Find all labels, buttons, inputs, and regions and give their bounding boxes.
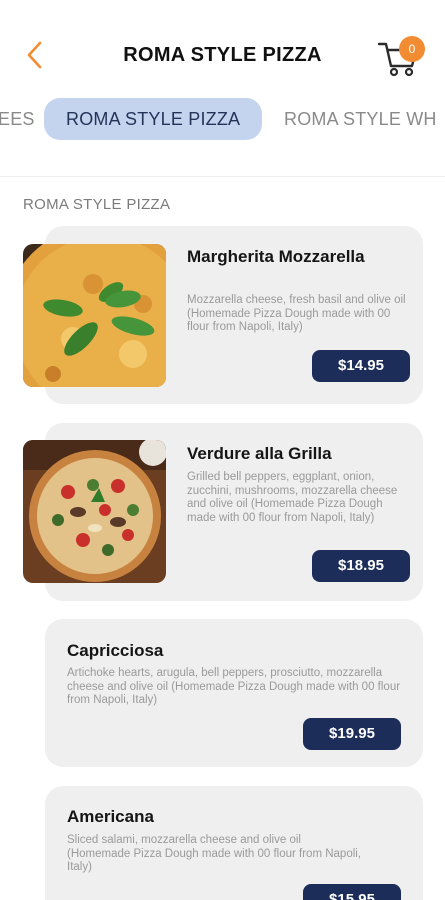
- divider: [0, 176, 445, 177]
- category-tabs: EES ROMA STYLE PIZZA ROMA STYLE WH: [0, 98, 445, 142]
- price-button[interactable]: $18.95: [312, 550, 410, 582]
- price-button[interactable]: $15.95: [303, 884, 401, 900]
- tab-roma-style-pizza[interactable]: ROMA STYLE PIZZA: [44, 98, 263, 140]
- price-button[interactable]: $14.95: [312, 350, 410, 382]
- tab-previous-category[interactable]: EES: [0, 98, 35, 140]
- section-title: ROMA STYLE PIZZA: [23, 196, 171, 213]
- cart-count-badge: 0: [399, 36, 425, 62]
- item-description: Grilled bell peppers, eggplant, onion, z…: [187, 471, 398, 524]
- margherita-pizza-image: [23, 244, 166, 387]
- item-name: Americana: [67, 807, 154, 826]
- veggie-pizza-image: [23, 440, 166, 583]
- item-name: Margherita Mozzarella: [187, 247, 365, 266]
- item-description: Sliced salami, mozzarella cheese and oli…: [67, 834, 362, 873]
- item-name: Verdure alla Grilla: [187, 444, 332, 463]
- price-button[interactable]: $19.95: [303, 718, 401, 750]
- app-header: ROMA STYLE PIZZA 0: [0, 0, 445, 100]
- item-description: Artichoke hearts, arugula, bell peppers,…: [67, 667, 401, 706]
- item-description: Mozzarella cheese, fresh basil and olive…: [187, 294, 406, 333]
- item-name: Capricciosa: [67, 641, 164, 660]
- tab-next-category[interactable]: ROMA STYLE WH: [284, 98, 437, 140]
